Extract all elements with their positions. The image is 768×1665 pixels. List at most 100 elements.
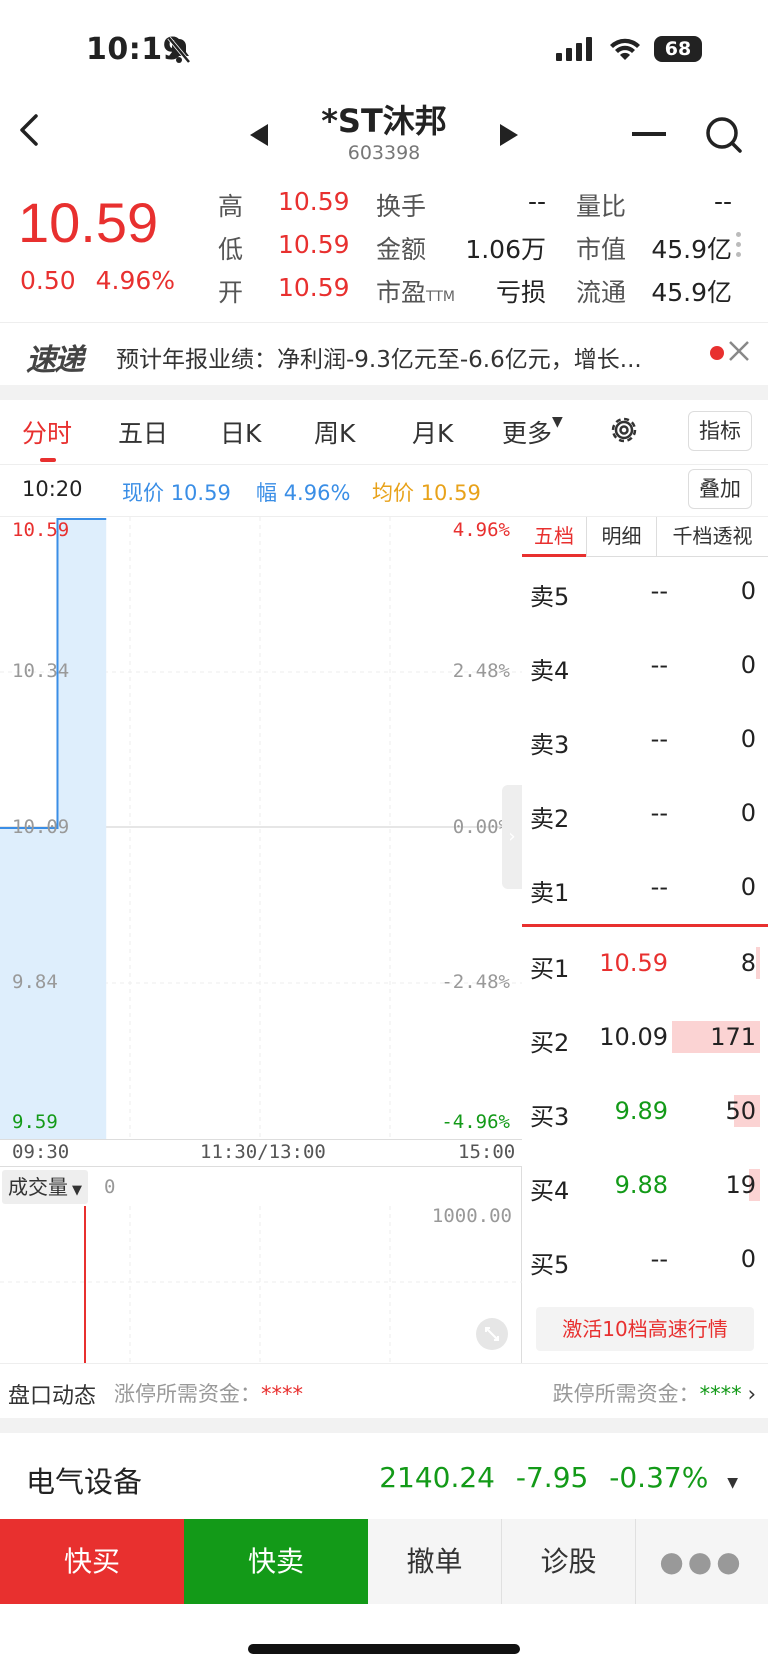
status-right: 68 [556, 36, 702, 62]
close-news-button[interactable] [728, 340, 750, 366]
bid-label: 买1 [530, 955, 570, 983]
y-tick-left: 10.34 [12, 660, 70, 682]
volume-max: 1000.00 [431, 1205, 512, 1227]
bid-row[interactable]: 买3 9.89 50 [530, 1077, 760, 1147]
more-button[interactable]: ●●● [636, 1519, 768, 1604]
bid-price: -- [650, 1245, 668, 1273]
stat-float-label: 流通 [576, 278, 627, 307]
ask-row[interactable]: 卖5 -- 0 [530, 557, 760, 627]
search-button[interactable] [704, 115, 744, 159]
limit-down-info[interactable]: 跌停所需资金：**** › [553, 1378, 756, 1408]
info-price-label: 现价 [122, 481, 164, 505]
ob-tab-detail[interactable]: 明细 [586, 517, 656, 557]
limit-up-value: **** [261, 1382, 303, 1406]
ask-row[interactable]: 卖3 -- 0 [530, 705, 760, 775]
home-indicator[interactable] [248, 1644, 520, 1654]
section-gap [0, 1418, 768, 1433]
bid-row[interactable]: 买5 -- 0 [530, 1225, 760, 1295]
tab-more[interactable]: 更多▼ [502, 414, 563, 450]
ask-row[interactable]: 卖4 -- 0 [530, 631, 760, 701]
stat-float-value: 45.9亿 [651, 278, 732, 307]
stock-code: 603398 [347, 142, 421, 164]
tab-five-day[interactable]: 五日 [118, 414, 168, 450]
tab-monthly-k[interactable]: 月K [412, 414, 453, 450]
ob-tab-five[interactable]: 五档 [522, 517, 586, 557]
news-unread-dot [710, 346, 724, 360]
diagnose-button[interactable]: 诊股 [502, 1519, 636, 1604]
news-headline[interactable]: 预计年报业绩：净利润-9.3亿元至-6.6亿元，增长... [116, 340, 681, 374]
limit-down-value: **** [699, 1382, 742, 1406]
price-chart[interactable] [0, 517, 522, 1139]
signal-icon [556, 37, 592, 61]
sector-name[interactable]: 电气设备 [26, 1459, 142, 1501]
stat-mktcap-label: 市值 [576, 235, 627, 264]
stat-low-value: 10.59 [278, 230, 350, 259]
ask-price: -- [650, 651, 668, 679]
panel-collapse-handle[interactable]: › [502, 785, 522, 889]
stat-pe-label-text: 市盈 [376, 278, 427, 307]
ob-tab-depth[interactable]: 千档透视 [656, 517, 768, 557]
bid-volume: 50 [725, 1097, 756, 1125]
divider [0, 1363, 768, 1364]
ask-label: 卖1 [530, 879, 570, 907]
sector-quote[interactable]: 2140.24 -7.95 -0.37% ▼ [379, 1461, 738, 1494]
news-logo: 速递 [26, 343, 84, 378]
ask-price: -- [650, 799, 668, 827]
y-tick-left: 9.59 [12, 1111, 58, 1133]
cancel-order-button[interactable]: 撤单 [368, 1519, 502, 1604]
bid-row[interactable]: 买2 10.09 171 [530, 1003, 760, 1073]
ask-volume: 0 [740, 799, 756, 827]
ask-volume: 0 [740, 651, 756, 679]
bid-price: 9.88 [614, 1171, 668, 1199]
bid-price: 9.89 [614, 1097, 668, 1125]
stat-pe-label-sub: TTM [426, 289, 455, 305]
stat-label: 低 [218, 235, 244, 264]
tab-daily-k[interactable]: 日K [220, 414, 261, 450]
volume-label: 成交量 [8, 1175, 68, 1199]
activate-level10-button[interactable]: 激活10档高速行情 [536, 1307, 754, 1351]
bid-label: 买5 [530, 1251, 570, 1279]
indicator-button[interactable]: 指标 [688, 411, 752, 451]
ask-label: 卖3 [530, 731, 570, 759]
stat-volratio-value: -- [713, 187, 732, 216]
bid-row[interactable]: 买1 10.59 8 [530, 929, 760, 999]
info-pct: 幅 4.96% [256, 477, 350, 507]
bid-row[interactable]: 买4 9.88 19 [530, 1151, 760, 1221]
ask-price: -- [650, 725, 668, 753]
tab-weekly-k[interactable]: 周K [314, 414, 355, 450]
ask-label: 卖5 [530, 583, 570, 611]
stat-turnover-label: 换手 [376, 192, 427, 221]
volume-selector[interactable]: 成交量 ▼ [2, 1170, 88, 1204]
divider [0, 322, 768, 323]
ask-row[interactable]: 卖1 -- 0 [530, 853, 760, 923]
stat-mktcap-value: 45.9亿 [651, 235, 732, 264]
y-tick-left: 9.84 [12, 971, 58, 993]
bid-volume: 171 [710, 1023, 756, 1051]
minus-button[interactable] [632, 132, 666, 136]
next-stock-button[interactable] [500, 124, 518, 146]
bid-label: 买2 [530, 1029, 570, 1057]
y-tick-right: 4.96% [452, 519, 510, 541]
stat-low: 低 [218, 230, 243, 266]
stat-amount-label: 金额 [376, 235, 427, 264]
y-tick-right: 2.48% [452, 660, 510, 682]
more-dots-icon: ●●● [659, 1545, 745, 1578]
ask-row[interactable]: 卖2 -- 0 [530, 779, 760, 849]
quick-sell-button[interactable]: 快卖 [184, 1519, 368, 1604]
quick-buy-button[interactable]: 快买 [0, 1519, 184, 1604]
limit-up-label: 涨停所需资金： [114, 1382, 261, 1406]
y-tick-right: -4.96% [441, 1111, 510, 1133]
overlay-button[interactable]: 叠加 [688, 469, 752, 509]
ask-volume: 0 [740, 873, 756, 901]
battery-icon: 68 [654, 36, 702, 62]
tab-timeshare[interactable]: 分时 [22, 414, 72, 450]
orderbook-tabs: 五档 明细 千档透视 [522, 517, 768, 557]
caret-down-icon: ▼ [552, 414, 563, 430]
limit-down-label: 跌停所需资金： [552, 1382, 700, 1406]
stat-pe-value: 亏损 [495, 278, 546, 307]
expand-chart-button[interactable] [476, 1318, 508, 1350]
gear-icon [611, 417, 637, 443]
stat-label: 高 [218, 192, 244, 221]
more-dots-icon[interactable] [736, 232, 742, 257]
chart-settings-button[interactable] [608, 414, 640, 450]
